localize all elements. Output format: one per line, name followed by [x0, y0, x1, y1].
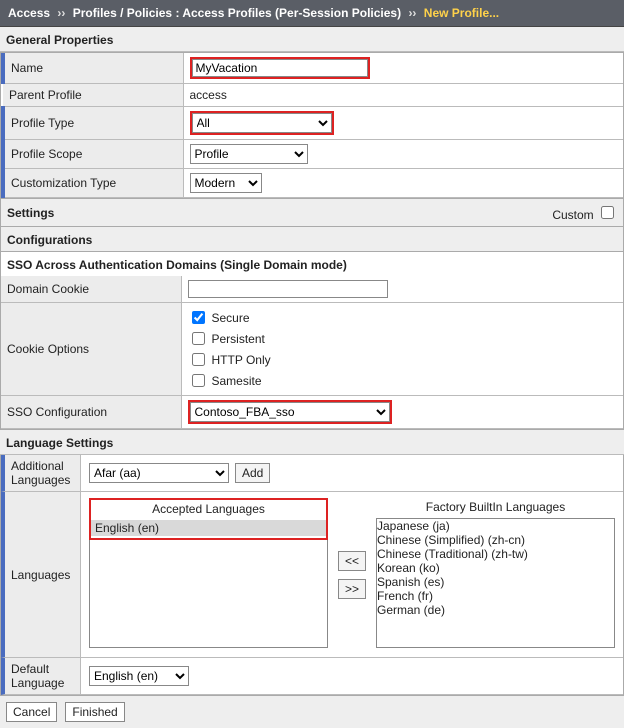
settings-bar: Settings Custom — [0, 199, 624, 227]
footer: Cancel Finished — [0, 696, 624, 728]
factory-languages-title: Factory BuiltIn Languages — [376, 498, 615, 518]
accepted-language-item[interactable]: English (en) — [91, 520, 326, 536]
domain-cookie-input[interactable] — [188, 280, 388, 298]
chevron-icon: ›› — [404, 6, 420, 20]
cookie-options-label: Cookie Options — [1, 303, 181, 396]
name-input[interactable] — [192, 59, 368, 77]
default-language-select[interactable]: English (en) — [89, 666, 189, 686]
highlight-sso-config: Contoso_FBA_sso — [188, 400, 392, 424]
additional-language-select[interactable]: Afar (aa) — [89, 463, 229, 483]
httponly-checkbox[interactable] — [192, 353, 205, 366]
factory-language-item[interactable]: Chinese (Traditional) (zh-tw) — [377, 547, 614, 561]
custom-checkbox[interactable] — [601, 206, 614, 219]
cancel-button[interactable]: Cancel — [6, 702, 57, 722]
factory-language-item[interactable]: French (fr) — [377, 589, 614, 603]
profile-scope-label: Profile Scope — [3, 140, 183, 169]
persistent-checkbox[interactable] — [192, 332, 205, 345]
accepted-languages-column: Accepted Languages English (en) — [89, 498, 328, 651]
add-button[interactable]: Add — [235, 463, 270, 483]
parent-profile-value: access — [183, 84, 623, 107]
move-left-button[interactable]: << — [338, 551, 366, 571]
persistent-label: Persistent — [212, 332, 265, 346]
parent-profile-label: Parent Profile — [3, 84, 183, 107]
highlight-profile-type: All — [190, 111, 334, 135]
additional-languages-label: Additional Languages — [1, 455, 81, 492]
samesite-checkbox[interactable] — [192, 374, 205, 387]
factory-language-item[interactable]: Korean (ko) — [377, 561, 614, 575]
domain-cookie-label: Domain Cookie — [1, 276, 181, 303]
sso-title: SSO Across Authentication Domains (Singl… — [1, 252, 623, 276]
factory-language-item[interactable]: Japanese (ja) — [377, 519, 614, 533]
breadcrumb-current: New Profile... — [424, 6, 499, 20]
name-label: Name — [3, 53, 183, 84]
default-language-label: Default Language — [1, 658, 81, 695]
factory-languages-column: Factory BuiltIn Languages Japanese (ja) … — [376, 498, 615, 651]
breadcrumb: Access ›› Profiles / Policies : Access P… — [0, 0, 624, 27]
customization-type-select[interactable]: Modern — [190, 173, 262, 193]
breadcrumb-root[interactable]: Access — [8, 6, 50, 20]
profile-scope-select[interactable]: Profile — [190, 144, 308, 164]
profile-type-select[interactable]: All — [192, 113, 332, 133]
highlight-name — [190, 57, 370, 79]
httponly-label: HTTP Only — [212, 353, 271, 367]
secure-label: Secure — [212, 311, 250, 325]
custom-label: Custom — [552, 208, 593, 222]
samesite-label: Samesite — [212, 374, 262, 388]
section-general-title: General Properties — [0, 27, 624, 52]
sso-config-label: SSO Configuration — [1, 396, 181, 429]
factory-languages-list[interactable]: Japanese (ja) Chinese (Simplified) (zh-c… — [376, 518, 615, 648]
section-language-title: Language Settings — [0, 430, 624, 455]
custom-toggle: Custom — [552, 203, 617, 222]
accepted-languages-title: Accepted Languages — [91, 500, 326, 520]
accepted-languages-list[interactable] — [89, 540, 328, 648]
chevron-icon: ›› — [53, 6, 69, 20]
section-configurations-title: Configurations — [0, 227, 624, 252]
highlight-accepted: Accepted Languages English (en) — [89, 498, 328, 540]
finished-button[interactable]: Finished — [65, 702, 124, 722]
breadcrumb-section[interactable]: Profiles / Policies : Access Profiles (P… — [73, 6, 401, 20]
secure-checkbox[interactable] — [192, 311, 205, 324]
move-right-button[interactable]: >> — [338, 579, 366, 599]
factory-language-item[interactable]: Chinese (Simplified) (zh-cn) — [377, 533, 614, 547]
languages-label: Languages — [1, 492, 81, 658]
sso-config-select[interactable]: Contoso_FBA_sso — [190, 402, 390, 422]
customization-type-label: Customization Type — [3, 169, 183, 198]
section-settings-title: Settings — [7, 206, 54, 220]
factory-language-item[interactable]: Spanish (es) — [377, 575, 614, 589]
profile-type-label: Profile Type — [3, 107, 183, 140]
factory-language-item[interactable]: German (de) — [377, 603, 614, 617]
